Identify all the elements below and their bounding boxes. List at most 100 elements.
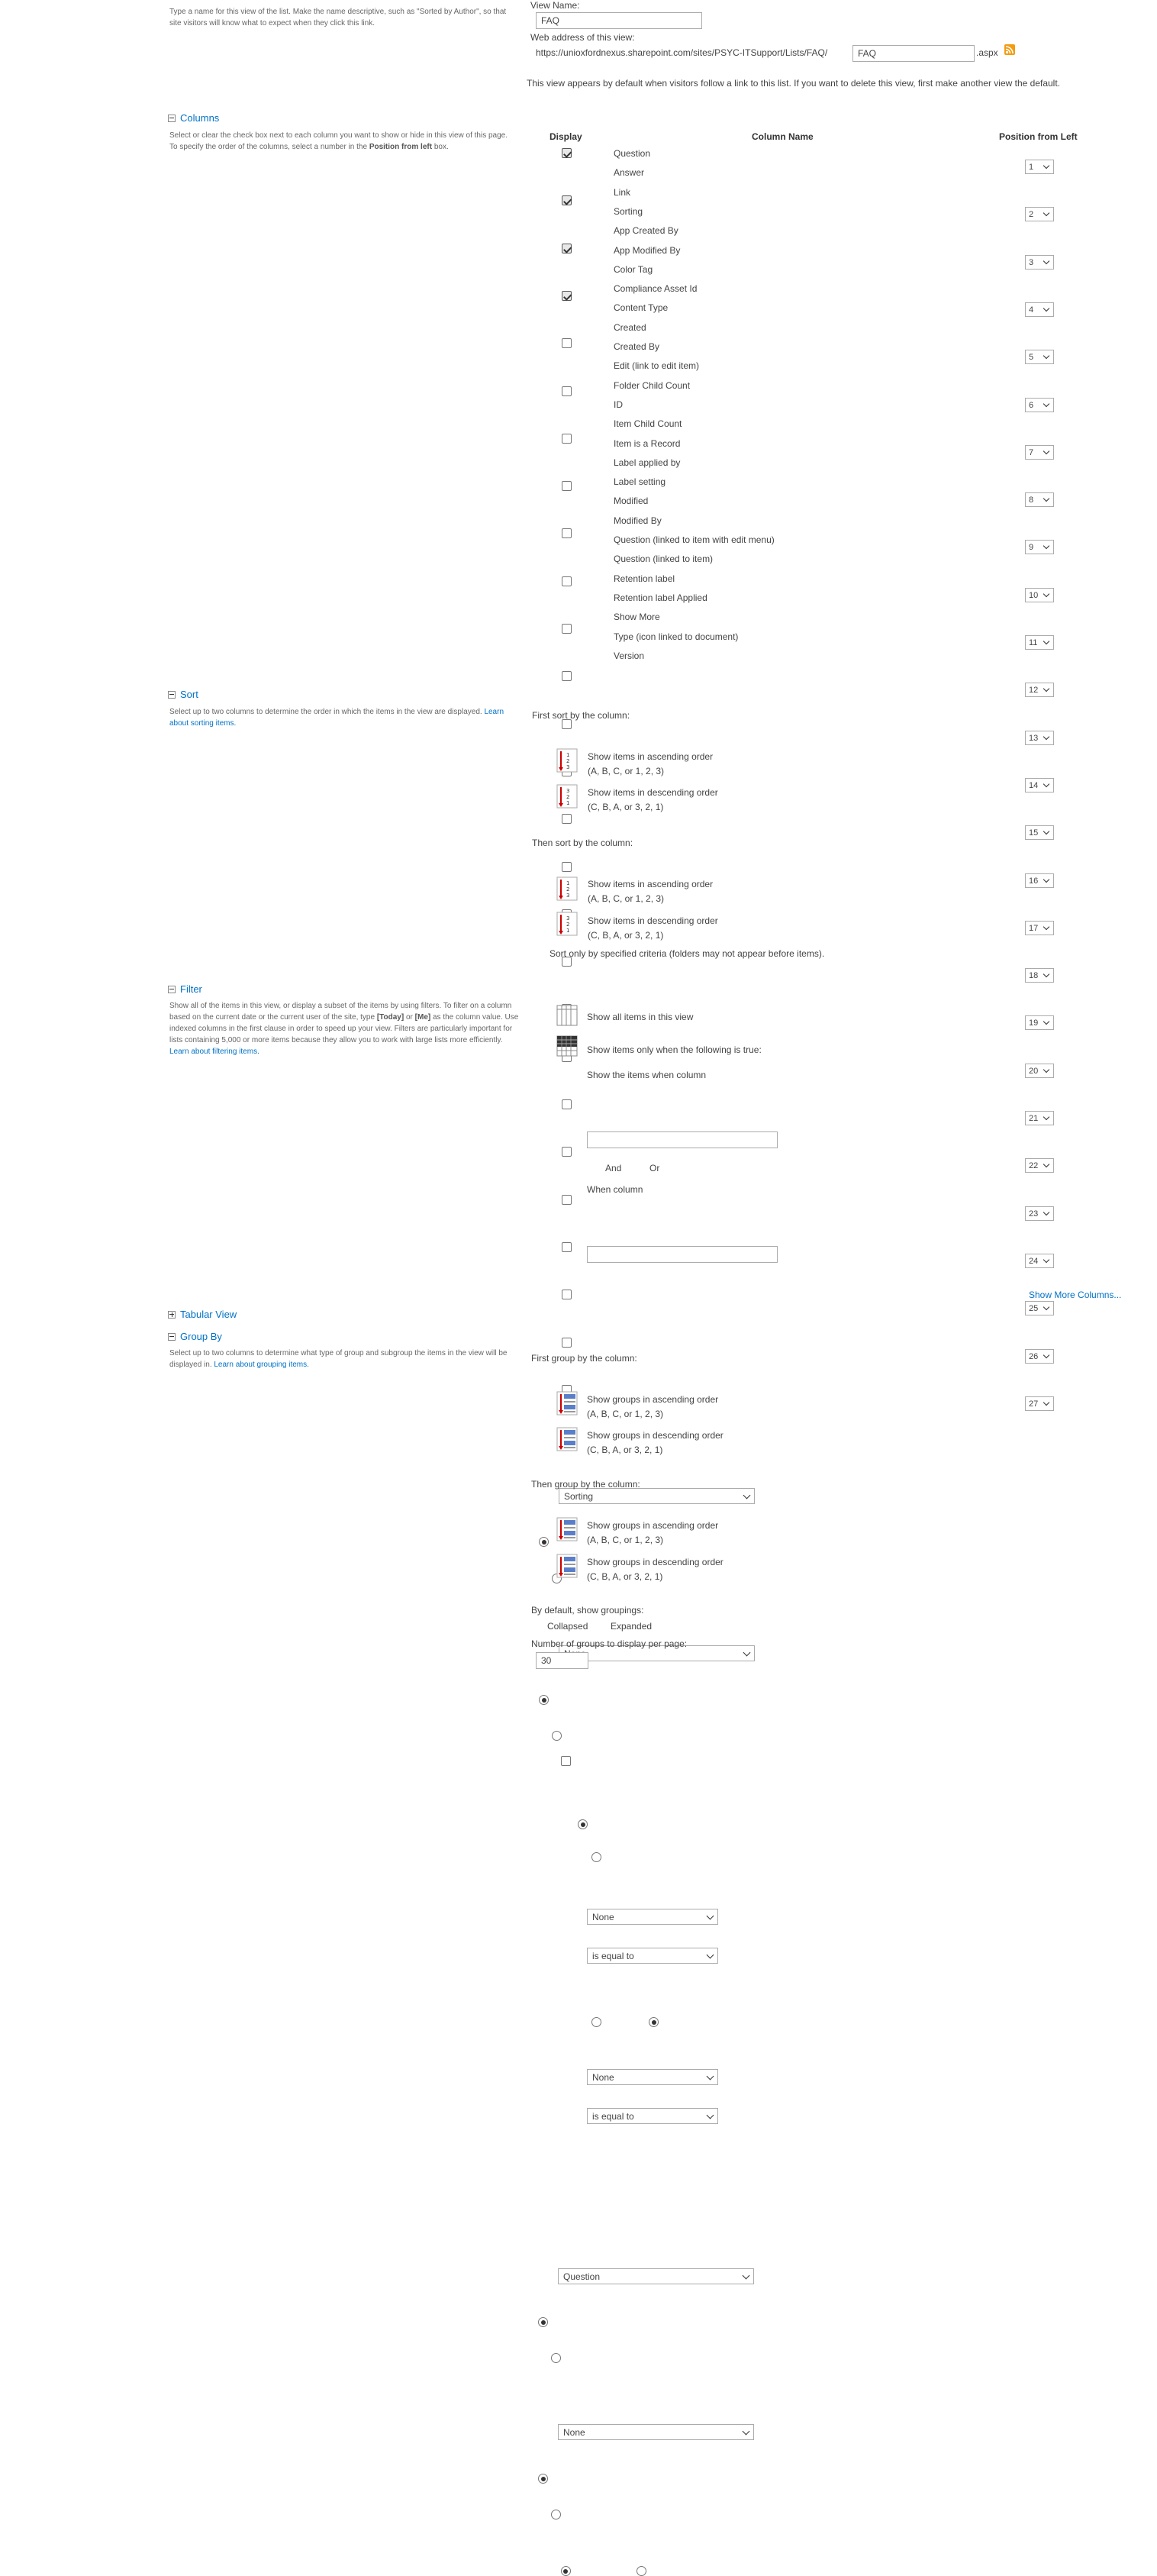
num-groups-input[interactable] xyxy=(536,1652,588,1669)
display-checkbox[interactable] xyxy=(562,814,572,824)
position-from-left-select[interactable]: 18 xyxy=(1025,968,1054,983)
position-from-left-select[interactable]: 20 xyxy=(1025,1064,1054,1078)
first-group-descending-radio[interactable] xyxy=(551,2353,562,2363)
display-checkbox[interactable] xyxy=(562,1099,572,1109)
display-checkbox[interactable] xyxy=(562,1338,572,1348)
position-from-left-select[interactable]: 17 xyxy=(1025,921,1054,935)
url-input[interactable] xyxy=(852,45,975,62)
position-from-left-select[interactable]: 12 xyxy=(1025,683,1054,697)
position-from-left-select[interactable]: 15 xyxy=(1025,825,1054,840)
sort-description: Select up to two columns to determine th… xyxy=(169,708,504,728)
sort-section-header[interactable]: Sort xyxy=(168,689,198,700)
display-checkbox[interactable] xyxy=(562,624,572,634)
rss-icon[interactable] xyxy=(1004,44,1015,55)
first-sort-descending-label: Show items in descending order (C, B, A, … xyxy=(588,787,718,812)
position-from-left-select[interactable]: 22 xyxy=(1025,1158,1054,1173)
first-sort-select[interactable]: Sorting xyxy=(559,1488,755,1504)
position-from-left-select[interactable]: 19 xyxy=(1025,1015,1054,1030)
position-from-left-select[interactable]: 9 xyxy=(1025,540,1054,554)
column-name: Show More xyxy=(614,612,660,622)
position-from-left-select[interactable]: 10 xyxy=(1025,588,1054,602)
first-group-select[interactable]: Question xyxy=(558,2268,754,2284)
column-name: Answer xyxy=(614,167,645,178)
view-name-label: View Name: xyxy=(530,0,580,11)
then-sort-descending-radio[interactable] xyxy=(552,1731,562,1741)
view-name-input[interactable] xyxy=(536,12,702,29)
position-from-left-select[interactable]: 21 xyxy=(1025,1111,1054,1125)
filter-operator2-select[interactable]: is equal to xyxy=(587,2108,718,2124)
display-checkbox[interactable] xyxy=(562,528,572,538)
position-from-left-select[interactable]: 7 xyxy=(1025,445,1054,460)
svg-text:1: 1 xyxy=(566,880,569,886)
position-from-left-select[interactable]: 14 xyxy=(1025,778,1054,792)
position-from-left-select[interactable]: 24 xyxy=(1025,1254,1054,1268)
position-from-left-select[interactable]: 26 xyxy=(1025,1349,1054,1364)
display-checkbox[interactable] xyxy=(562,576,572,586)
filter-and-radio[interactable] xyxy=(591,2017,601,2027)
column-name: Sorting xyxy=(614,206,643,217)
groupings-expanded-radio[interactable] xyxy=(637,2566,647,2576)
display-checkbox[interactable] xyxy=(562,1242,572,1252)
filter-section-header[interactable]: Filter xyxy=(168,983,202,995)
display-checkbox[interactable] xyxy=(562,148,572,158)
filter-value1-input[interactable] xyxy=(587,1131,778,1148)
expand-icon xyxy=(168,1310,176,1319)
position-from-left-select[interactable]: 2 xyxy=(1025,207,1054,221)
groupings-collapsed-radio[interactable] xyxy=(560,2566,571,2576)
position-from-left-select[interactable]: 16 xyxy=(1025,873,1054,888)
filter-show-all-radio[interactable] xyxy=(578,1819,588,1829)
position-from-left-select[interactable]: 25 xyxy=(1025,1301,1054,1315)
column-name: Question (linked to item with edit menu) xyxy=(614,534,775,545)
display-checkbox[interactable] xyxy=(562,434,572,444)
position-from-left-select[interactable]: 13 xyxy=(1025,731,1054,745)
filter-value2-input[interactable] xyxy=(587,1246,778,1263)
then-group-descending-radio[interactable] xyxy=(551,2510,562,2520)
first-group-ascending-radio[interactable] xyxy=(538,2317,548,2327)
then-sort-ascending-radio[interactable] xyxy=(539,1695,549,1705)
display-checkbox[interactable] xyxy=(562,338,572,348)
display-checkbox[interactable] xyxy=(562,671,572,681)
learn-grouping-link[interactable]: Learn about grouping items. xyxy=(214,1361,309,1369)
display-checkbox[interactable] xyxy=(562,195,572,205)
show-more-columns-link[interactable]: Show More Columns... xyxy=(1029,1290,1121,1300)
display-checkbox[interactable] xyxy=(562,481,572,491)
groupings-expanded-label: Expanded xyxy=(611,1621,653,1632)
display-checkbox[interactable] xyxy=(562,1147,572,1157)
position-from-left-select[interactable]: 1 xyxy=(1025,160,1054,174)
columns-section-header[interactable]: Columns xyxy=(168,112,219,124)
learn-filtering-link[interactable]: Learn about filtering items. xyxy=(169,1048,259,1056)
then-group-select[interactable]: None xyxy=(558,2424,754,2440)
filter-show-when-radio[interactable] xyxy=(591,1852,601,1862)
view-name-description: Type a name for this view of the list. M… xyxy=(169,8,507,27)
sort-ascending-icon: 123 xyxy=(556,876,578,901)
position-from-left-select[interactable]: 8 xyxy=(1025,492,1054,507)
first-sort-ascending-radio[interactable] xyxy=(539,1537,549,1547)
column-name: App Modified By xyxy=(614,245,681,256)
filter-or-radio[interactable] xyxy=(649,2017,659,2027)
display-checkbox[interactable] xyxy=(562,1195,572,1205)
filter-operator1-select[interactable]: is equal to xyxy=(587,1948,718,1964)
display-checkbox[interactable] xyxy=(562,291,572,301)
svg-text:3: 3 xyxy=(566,788,569,794)
position-from-left-select[interactable]: 6 xyxy=(1025,398,1054,412)
position-from-left-select[interactable]: 23 xyxy=(1025,1206,1054,1221)
column-name: Color Tag xyxy=(614,264,653,275)
position-from-left-select[interactable]: 27 xyxy=(1025,1396,1054,1411)
svg-text:1: 1 xyxy=(566,928,569,934)
display-checkbox[interactable] xyxy=(562,244,572,253)
position-from-left-select[interactable]: 4 xyxy=(1025,302,1054,317)
filter-column1-select[interactable]: None xyxy=(587,1909,718,1925)
filter-column2-select[interactable]: None xyxy=(587,2069,718,2085)
sort-only-specified-checkbox[interactable] xyxy=(560,1756,571,1766)
position-from-left-select[interactable]: 3 xyxy=(1025,255,1054,270)
display-checkbox[interactable] xyxy=(562,386,572,396)
display-checkbox[interactable] xyxy=(562,862,572,872)
column-name: Retention label Applied xyxy=(614,592,707,603)
filter-when-column-label: When column xyxy=(587,1184,643,1195)
group-by-section-header[interactable]: Group By xyxy=(168,1331,222,1342)
position-from-left-select[interactable]: 11 xyxy=(1025,635,1054,650)
tabular-view-section-header[interactable]: Tabular View xyxy=(168,1309,237,1320)
position-from-left-select[interactable]: 5 xyxy=(1025,350,1054,364)
then-group-ascending-radio[interactable] xyxy=(538,2474,548,2484)
display-checkbox[interactable] xyxy=(562,1290,572,1299)
